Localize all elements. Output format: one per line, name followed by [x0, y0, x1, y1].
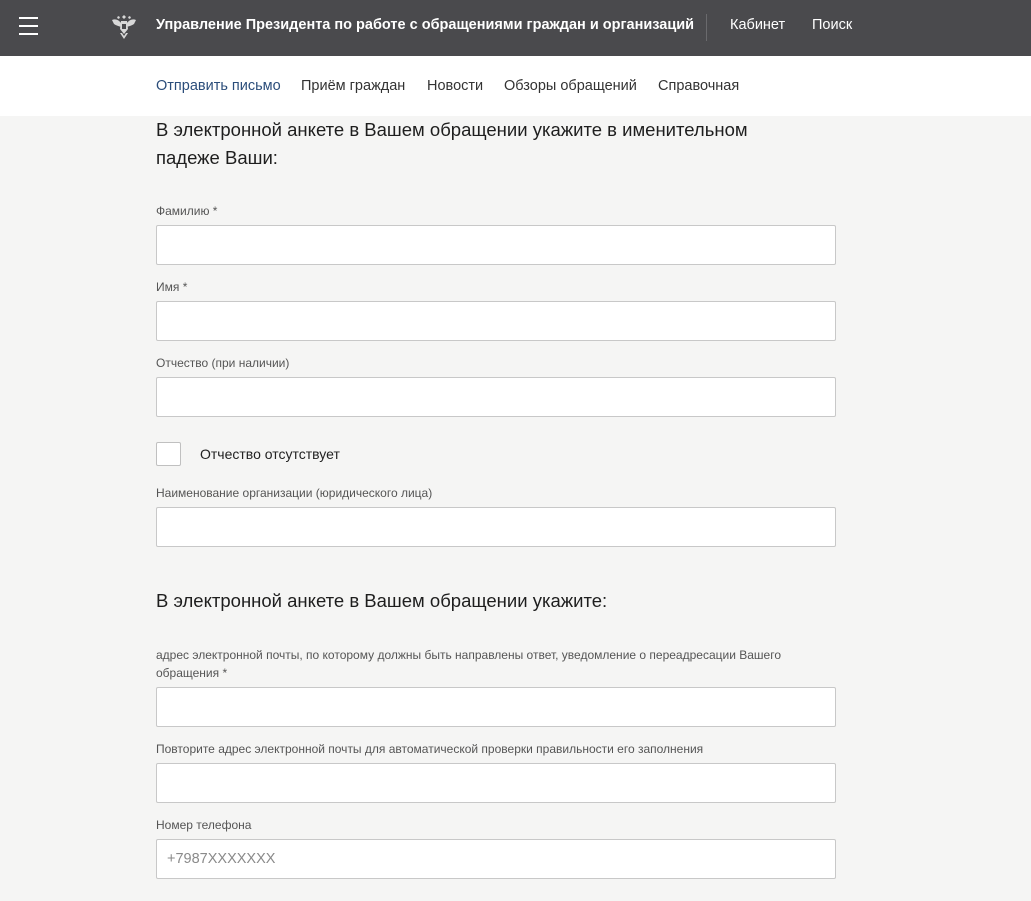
surname-label: Фамилию *: [156, 204, 218, 218]
patronymic-label: Отчество (при наличии): [156, 356, 290, 370]
name-input[interactable]: [156, 301, 836, 341]
patronymic-input[interactable]: [156, 377, 836, 417]
phone-label: Номер телефона: [156, 818, 252, 832]
search-link[interactable]: Поиск: [812, 17, 852, 33]
section-nav: Отправить письмо Приём граждан Новости О…: [0, 56, 1031, 116]
hamburger-icon[interactable]: [19, 17, 38, 35]
nav-send-letter[interactable]: Отправить письмо: [156, 78, 281, 94]
surname-input[interactable]: [156, 225, 836, 265]
no-patronymic-label[interactable]: Отчество отсутствует: [200, 446, 340, 462]
nav-reviews[interactable]: Обзоры обращений: [504, 78, 637, 94]
top-bar: Управление Президента по работе с обраще…: [0, 0, 1031, 56]
email-input[interactable]: [156, 687, 836, 727]
phone-input[interactable]: [156, 839, 836, 879]
cabinet-link[interactable]: Кабинет: [730, 17, 785, 33]
no-patronymic-checkbox[interactable]: [156, 442, 181, 466]
nav-reference[interactable]: Справочная: [658, 78, 739, 94]
section2-heading: В электронной анкете в Вашем обращении у…: [156, 590, 608, 611]
nav-news[interactable]: Новости: [427, 78, 483, 94]
nav-reception[interactable]: Приём граждан: [301, 78, 405, 94]
organization-label: Наименование организации (юридического л…: [156, 486, 433, 500]
email-label: адрес электронной почты, по которому дол…: [156, 648, 782, 680]
site-title[interactable]: Управление Президента по работе с обраще…: [156, 17, 694, 33]
emblem-icon[interactable]: [109, 11, 139, 41]
section1-heading: В электронной анкете в Вашем обращении у…: [156, 119, 748, 168]
header-divider: [706, 14, 707, 41]
email-repeat-label: Повторите адрес электронной почты для ав…: [156, 742, 704, 756]
organization-input[interactable]: [156, 507, 836, 547]
email-repeat-input[interactable]: [156, 763, 836, 803]
name-label: Имя *: [156, 280, 188, 294]
